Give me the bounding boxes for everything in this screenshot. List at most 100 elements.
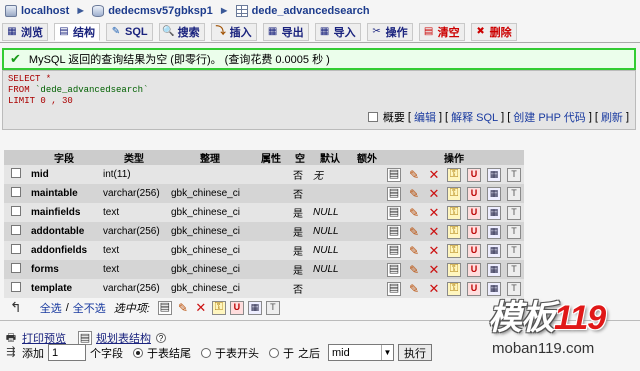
browse-selected-icon[interactable]: ▤	[157, 300, 172, 315]
tab-insert[interactable]: ⤵ 插入	[210, 23, 257, 41]
browse-distinct-icon[interactable]: ▤	[387, 281, 401, 296]
primary-key-icon[interactable]: ⚿	[447, 262, 461, 277]
row-checkbox[interactable]	[11, 282, 21, 292]
fulltext-icon[interactable]: T	[507, 262, 521, 277]
refresh-link[interactable]: 刷新	[601, 109, 623, 125]
breadcrumb-server[interactable]: localhost	[5, 5, 69, 17]
browse-distinct-icon[interactable]: ▤	[387, 186, 401, 201]
drop-icon[interactable]: ✕	[427, 167, 441, 181]
at-begin-radio[interactable]	[201, 347, 211, 358]
unique-icon[interactable]: U	[467, 243, 481, 258]
operations-icon: ✂	[372, 26, 381, 37]
create-php-link[interactable]: 创建 PHP 代码	[513, 109, 586, 125]
breadcrumb-table[interactable]: dede_advancedsearch	[235, 5, 370, 17]
edit-icon[interactable]: ✎	[407, 168, 421, 182]
tab-sql[interactable]: ✎ SQL	[106, 23, 153, 41]
unique-icon[interactable]: U	[467, 224, 481, 239]
index-icon[interactable]: ▦	[487, 243, 501, 258]
index-icon[interactable]: ▦	[487, 167, 501, 182]
index-selected-icon[interactable]: ▦	[247, 300, 262, 315]
index-icon[interactable]: ▦	[487, 224, 501, 239]
row-checkbox[interactable]	[11, 225, 21, 235]
tab-browse[interactable]: ▦ 浏览	[2, 23, 48, 41]
fulltext-icon[interactable]: T	[507, 205, 521, 220]
drop-icon[interactable]: ✕	[427, 281, 441, 295]
help-icon[interactable]: ?	[156, 333, 166, 343]
table-label[interactable]: dede_advancedsearch	[252, 5, 370, 17]
server-label[interactable]: localhost	[21, 5, 69, 17]
action-cell: T	[504, 241, 524, 260]
database-label[interactable]: dedecmsv57gbksp1	[108, 5, 213, 17]
fulltext-icon[interactable]: T	[507, 224, 521, 239]
tab-label: 插入	[229, 27, 252, 39]
extra-cell	[350, 241, 384, 260]
row-checkbox[interactable]	[11, 244, 21, 254]
drop-icon[interactable]: ✕	[427, 205, 441, 219]
index-icon[interactable]: ▦	[487, 262, 501, 277]
uncheck-all-link[interactable]: 全不选	[73, 300, 106, 316]
tab-label: 导入	[333, 27, 356, 39]
unique-icon[interactable]: U	[467, 205, 481, 220]
index-icon[interactable]: ▦	[487, 186, 501, 201]
index-icon[interactable]: ▦	[487, 205, 501, 220]
after-radio[interactable]	[269, 347, 279, 358]
edit-icon[interactable]: ✎	[407, 244, 421, 258]
primary-key-icon[interactable]: ⚿	[447, 243, 461, 258]
primary-key-icon[interactable]: ⚿	[447, 167, 461, 182]
tab-structure[interactable]: ▤ 结构	[54, 23, 100, 41]
fulltext-icon[interactable]: T	[507, 167, 521, 182]
primary-key-icon[interactable]: ⚿	[447, 205, 461, 220]
edit-icon[interactable]: ✎	[407, 206, 421, 220]
tab-drop[interactable]: ✖ 删除	[470, 23, 517, 41]
primary-key-icon[interactable]: ⚿	[447, 186, 461, 201]
action-cell: ▤	[384, 203, 404, 222]
browse-distinct-icon[interactable]: ▤	[387, 167, 401, 182]
collation-cell: gbk_chinese_ci	[168, 279, 252, 298]
drop-icon[interactable]: ✕	[427, 243, 441, 257]
drop-icon[interactable]: ✕	[427, 224, 441, 238]
tab-empty[interactable]: ▤ 清空	[418, 23, 465, 41]
primary-key-icon[interactable]: ⚿	[447, 281, 461, 296]
browse-distinct-icon[interactable]: ▤	[387, 224, 401, 239]
primary-key-icon[interactable]: ⚿	[447, 224, 461, 239]
fulltext-icon[interactable]: T	[507, 186, 521, 201]
drop-icon[interactable]: ✕	[427, 186, 441, 200]
field-name-cell: addonfields	[28, 241, 100, 260]
unique-icon[interactable]: U	[467, 281, 481, 296]
unique-icon[interactable]: U	[467, 186, 481, 201]
profiling-checkbox[interactable]	[367, 112, 378, 122]
edit-icon[interactable]: ✎	[407, 263, 421, 277]
edit-selected-icon[interactable]: ✎	[176, 301, 190, 315]
tab-export[interactable]: ▦ 导出	[262, 23, 309, 41]
action-cell: ✎	[404, 203, 424, 222]
fulltext-selected-icon[interactable]: T	[265, 300, 280, 315]
edit-icon[interactable]: ✎	[407, 225, 421, 239]
go-button[interactable]: 执行	[398, 344, 432, 361]
row-checkbox[interactable]	[11, 263, 21, 273]
edit-icon[interactable]: ✎	[407, 282, 421, 296]
edit-icon[interactable]: ✎	[407, 187, 421, 201]
check-all-link[interactable]: 全选	[40, 300, 62, 316]
tab-search[interactable]: 🔍 搜索	[158, 23, 205, 41]
at-end-radio[interactable]	[133, 347, 143, 358]
primary-selected-icon[interactable]: ⚿	[211, 300, 226, 315]
after-column-select[interactable]: mid ▼	[328, 344, 394, 361]
row-checkbox[interactable]	[11, 206, 21, 216]
drop-selected-icon[interactable]: ✕	[194, 301, 208, 315]
unique-selected-icon[interactable]: U	[229, 300, 244, 315]
row-checkbox[interactable]	[11, 168, 21, 178]
explain-sql-link[interactable]: 解释 SQL	[451, 109, 498, 125]
add-count-input[interactable]: 1	[48, 344, 86, 361]
unique-icon[interactable]: U	[467, 167, 481, 182]
edit-link[interactable]: 编辑	[414, 109, 436, 125]
tab-import[interactable]: ▦ 导入	[314, 23, 361, 41]
browse-distinct-icon[interactable]: ▤	[387, 205, 401, 220]
drop-icon[interactable]: ✕	[427, 262, 441, 276]
unique-icon[interactable]: U	[467, 262, 481, 277]
row-checkbox[interactable]	[11, 187, 21, 197]
breadcrumb-database[interactable]: dedecmsv57gbksp1	[92, 5, 213, 17]
browse-distinct-icon[interactable]: ▤	[387, 262, 401, 277]
tab-operations[interactable]: ✂ 操作	[366, 23, 413, 41]
browse-distinct-icon[interactable]: ▤	[387, 243, 401, 258]
fulltext-icon[interactable]: T	[507, 243, 521, 258]
